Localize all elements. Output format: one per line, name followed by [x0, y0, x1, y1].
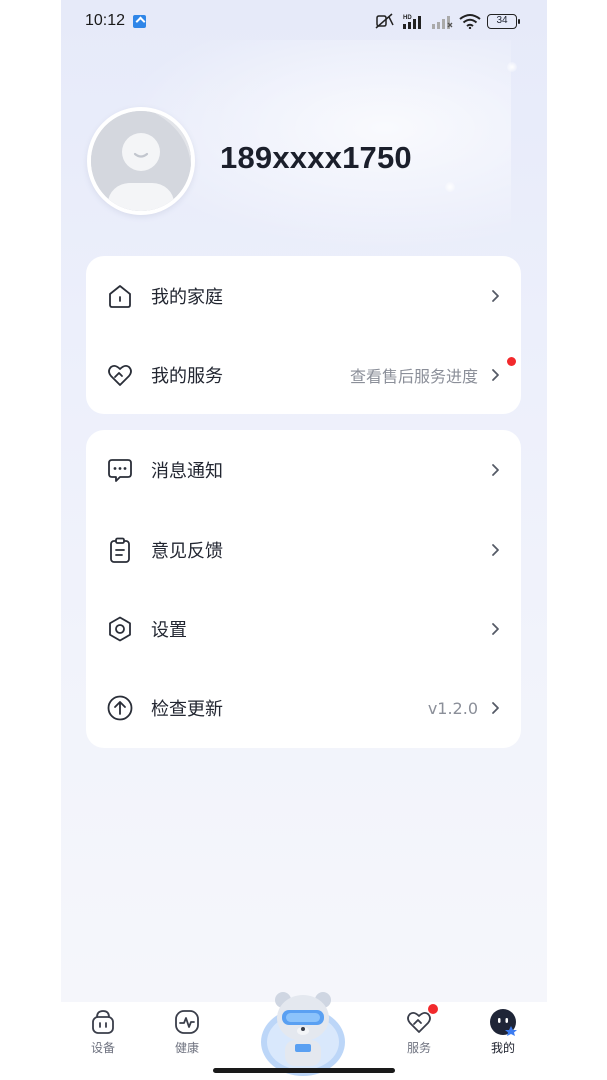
menu-item-check-update[interactable]: 检查更新 v1.2.0 — [86, 668, 521, 748]
chevron-right-icon — [492, 623, 499, 635]
service-progress-hint: 查看售后服务进度 — [349, 367, 478, 386]
health-icon — [175, 1010, 199, 1034]
menu-card-primary: 我的家庭 我的服务 查看售后服务进度 — [86, 256, 521, 414]
device-icon — [92, 1010, 114, 1034]
notification-badge — [428, 1004, 438, 1014]
user-phone-number: 189xxxx1750 — [220, 140, 412, 175]
message-icon — [108, 459, 132, 482]
settings-hexagon-icon — [109, 616, 131, 642]
menu-item-my-family[interactable]: 我的家庭 — [86, 256, 521, 336]
app-notification-icon — [133, 15, 146, 28]
nav-tab-service[interactable]: 服务 — [389, 1004, 449, 1056]
chevron-right-icon — [492, 544, 499, 556]
menu-label: 检查更新 — [151, 699, 223, 720]
menu-item-notifications[interactable]: 消息通知 — [86, 430, 521, 510]
wifi-icon — [459, 14, 481, 29]
robot-bear-mascot-icon — [261, 992, 345, 1076]
menu-card-secondary: 消息通知 意见反馈 设置 检查更新 v1.2.0 — [86, 430, 521, 748]
menu-label: 消息通知 — [151, 461, 223, 482]
profile-avatar-icon — [490, 1009, 517, 1036]
update-arrow-icon — [107, 695, 133, 721]
muted-vibrate-icon — [375, 13, 394, 29]
menu-label: 设置 — [151, 620, 187, 641]
status-icons: HD 34 — [375, 13, 520, 29]
menu-item-feedback[interactable]: 意见反馈 — [86, 510, 521, 590]
nav-label: 我的 — [490, 1041, 515, 1055]
sparkle-decoration — [507, 62, 517, 72]
home-icon — [109, 285, 131, 308]
menu-label: 意见反馈 — [151, 541, 223, 562]
battery-indicator: 34 — [487, 13, 520, 29]
heart-service-icon — [108, 364, 132, 386]
chevron-right-icon — [492, 369, 499, 381]
nav-assistant-mascot[interactable] — [259, 980, 347, 1076]
nav-tab-health[interactable]: 健康 — [157, 1008, 217, 1056]
avatar[interactable] — [87, 107, 195, 215]
clipboard-icon — [110, 537, 130, 563]
menu-item-settings[interactable]: 设置 — [86, 589, 521, 669]
notification-badge — [507, 357, 516, 366]
menu-item-my-service[interactable]: 我的服务 查看售后服务进度 — [86, 335, 521, 415]
nav-label: 健康 — [174, 1041, 199, 1055]
nav-label: 服务 — [406, 1041, 431, 1055]
app-version: v1.2.0 — [427, 698, 478, 718]
network-type-label: HD — [403, 15, 412, 21]
home-indicator[interactable] — [213, 1068, 395, 1073]
signal-empty-icon — [432, 16, 453, 29]
chevron-right-icon — [492, 702, 499, 714]
menu-label: 我的服务 — [151, 366, 223, 387]
chevron-right-icon — [492, 464, 499, 476]
signal-strength-icon: HD — [403, 15, 421, 29]
nav-tab-me[interactable]: 我的 — [473, 1008, 533, 1056]
menu-label: 我的家庭 — [151, 287, 223, 308]
nav-label: 设备 — [90, 1041, 115, 1055]
chevron-right-icon — [492, 290, 499, 302]
nav-tab-device[interactable]: 设备 — [73, 1008, 133, 1056]
default-avatar-icon — [91, 111, 191, 211]
sparkle-decoration — [445, 182, 455, 192]
phone-screen: 10:12 HD 34 189xxxx1750 我的家庭 我的服务 查看售后服务… — [61, 0, 547, 1080]
status-bar: 10:12 HD 34 — [61, 0, 547, 44]
status-time: 10:12 — [85, 12, 126, 29]
